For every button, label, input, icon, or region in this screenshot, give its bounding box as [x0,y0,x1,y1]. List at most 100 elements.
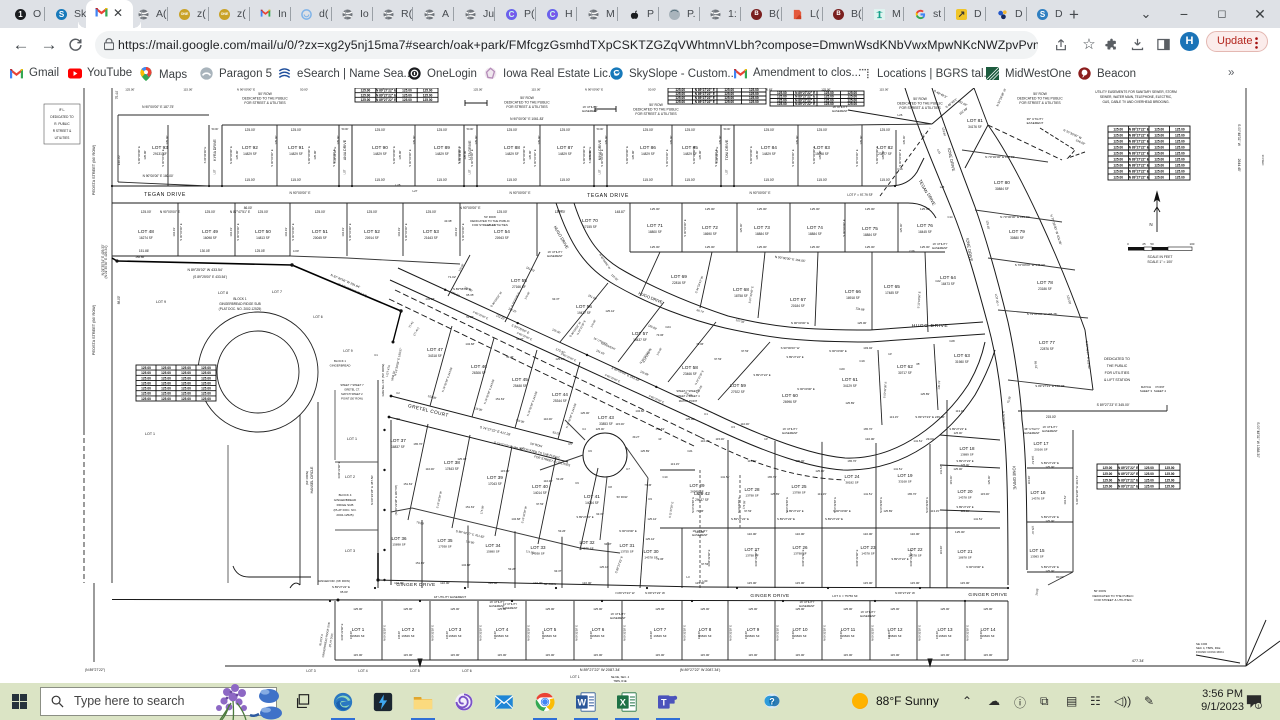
svg-text:151.63': 151.63' [495,397,505,401]
svg-text:N 89°27'22" E: N 89°27'22" E [695,100,715,104]
svg-text:18884 SF: 18884 SF [863,233,877,237]
svg-text:17938 SF: 17938 SF [438,545,451,549]
svg-text:S 89°27'22" E: S 89°27'22" E [786,355,803,359]
svg-text:135.00': 135.00' [980,630,983,639]
svg-text:2644.45': 2644.45' [1237,159,1241,172]
svg-text:S 89°27'22" E: S 89°27'22" E [786,509,803,513]
svg-text:17043 SF: 17043 SF [488,482,502,486]
svg-text:LOT 57: LOT 57 [632,331,648,337]
svg-text:R STREET &: R STREET & [53,129,72,133]
svg-text:UTILITY EASEMENTS FOR SANITARY: UTILITY EASEMENTS FOR SANITARY SEWER, ST… [1095,90,1177,94]
svg-text:26306 SF: 26306 SF [472,371,486,375]
svg-text:125.00': 125.00' [643,128,654,132]
svg-text:EASEMENT: EASEMENT [582,109,598,113]
svg-text:LOT 58: LOT 58 [682,365,698,371]
svg-text:125.00': 125.00' [1045,519,1055,523]
svg-text:115.00': 115.00' [939,545,943,554]
svg-text:125.00: 125.00 [1144,466,1154,470]
svg-text:LOT: LOT [344,169,347,174]
svg-text:125.00': 125.00' [961,509,970,513]
svg-text:LOT 6: LOT 6 [462,669,471,673]
svg-text:N 00°32'38" E: N 00°32'38" E [383,625,387,641]
svg-text:GINGERBREAD: GINGERBREAD [330,364,351,368]
svg-text:EASEMENT: EASEMENT [547,254,563,258]
svg-text:N 00°32'38" E: N 00°32'38" E [754,549,758,566]
svg-text:125.00: 125.00 [141,387,151,391]
svg-text:EASEMENT: EASEMENT [860,614,876,618]
svg-text:LOT 39: LOT 39 [487,475,503,481]
svg-text:20943 SF: 20943 SF [495,236,509,240]
svg-text:125.44': 125.44' [605,309,615,313]
svg-text:125.00: 125.00 [141,381,151,385]
svg-text:N 89°27'22" W 2087.34': N 89°27'22" W 2087.34' [580,668,621,672]
svg-text:115.00': 115.00' [643,178,654,182]
svg-text:N 89°27'22" E: N 89°27'22" E [376,98,396,102]
svg-text:26996 SF: 26996 SF [783,400,797,404]
svg-text:125.00: 125.00 [1103,466,1113,470]
svg-text:14829 SF: 14829 SF [289,152,303,156]
svg-text:LOT 3: LOT 3 [306,669,315,673]
svg-text:N 89°25'02" W 433.54': N 89°25'02" W 433.54' [187,268,222,272]
svg-text:110.00': 110.00' [795,532,805,536]
svg-text:110.00': 110.00' [701,439,710,443]
svg-text:34318 SF: 34318 SF [428,354,442,358]
svg-text:134.68': 134.68' [511,517,521,521]
svg-text:215.00': 215.00' [1046,415,1057,419]
svg-text:125.00': 125.00' [315,210,326,214]
svg-text:135.00': 135.00' [274,135,278,145]
svg-text:13788 SF: 13788 SF [792,491,805,495]
svg-text:18884 SF: 18884 SF [808,232,822,236]
svg-text:135.00': 135.00' [631,150,635,160]
svg-text:FOR STREET & UTILITIES: FOR STREET & UTILITIES [635,112,677,116]
svg-text:DEDICATED TO THE PUBLIC: DEDICATED TO THE PUBLIC [897,102,943,106]
svg-text:UTILITIES: UTILITIES [55,136,70,140]
svg-text:53.26': 53.26' [558,529,566,533]
svg-text:125.00': 125.00' [450,607,460,611]
svg-text:125.44': 125.44' [647,517,657,521]
svg-text:LOT 7: LOT 7 [654,627,667,632]
svg-text:125.00: 125.00 [141,376,151,380]
svg-text:LOT 84: LOT 84 [761,145,777,151]
svg-text:125.00': 125.00' [739,223,743,233]
svg-text:135.00': 135.00' [398,630,401,639]
svg-text:EASEMENT: EASEMENT [1027,121,1044,125]
svg-text:LOT 66: LOT 66 [845,289,861,295]
svg-text:115.00': 115.00' [685,178,696,182]
svg-text:LOT 54: LOT 54 [494,229,510,235]
svg-text:DEDICATED TO THE PUBLIC: DEDICATED TO THE PUBLIC [242,97,288,101]
svg-text:16829 SF: 16829 SF [981,634,994,638]
svg-text:53.26': 53.26' [506,355,514,359]
svg-text:SEWER, WATER MAIN, TELEPHONE,: SEWER, WATER MAIN, TELEPHONE, ELECTRIC, [1100,95,1172,99]
svg-text:S 00°00'00" E: S 00°00'00" E [855,149,859,166]
svg-text:14378 SF: 14378 SF [861,552,874,556]
svg-text:GINGERBREAD: GINGERBREAD [334,498,357,502]
svg-text:BLOCK 1: BLOCK 1 [233,297,247,301]
svg-text:S 00°00'00" E: S 00°00'00" E [714,149,718,166]
svg-text:115.00': 115.00' [817,178,828,182]
svg-text:125.00': 125.00' [843,607,853,611]
svg-text:N: N [1149,222,1152,227]
svg-text:115.00': 115.00' [910,581,920,585]
svg-text:125.44': 125.44' [645,537,655,541]
svg-text:125.00': 125.00' [920,207,930,211]
svg-text:110.00': 110.00' [741,422,750,426]
svg-text:135.00': 135.00' [795,135,799,145]
svg-text:PEOSTA STREET (66' ROW): PEOSTA STREET (66' ROW) [92,304,96,355]
svg-text:C8: C8 [396,417,400,421]
svg-text:IONE DRIVE: IONE DRIVE [1012,466,1018,490]
svg-text:S 00°48'31" W 1368.30': S 00°48'31" W 1368.30' [1256,422,1260,458]
svg-text:115.00': 115.00' [403,653,413,657]
svg-text:LOT 32: LOT 32 [580,540,595,545]
svg-text:125.00: 125.00 [1113,164,1123,168]
svg-text:SHEET 3: SHEET 3 [1140,389,1153,393]
svg-text:N 89°27'22" E: N 89°27'22" E [1129,170,1149,174]
svg-text:125.00': 125.00' [685,128,696,132]
svg-text:125.00: 125.00 [201,387,211,391]
svg-text:125.00': 125.00' [810,245,820,249]
svg-text:103.02': 103.02' [863,346,873,350]
svg-text:50.00': 50.00' [724,128,731,131]
svg-text:27166 SF: 27166 SF [512,285,526,289]
svg-text:DEDICATED TO THE PUBLIC: DEDICATED TO THE PUBLIC [504,101,550,105]
svg-text:LOT 8: LOT 8 [218,291,228,295]
svg-text:73.06': 73.06' [656,557,664,561]
